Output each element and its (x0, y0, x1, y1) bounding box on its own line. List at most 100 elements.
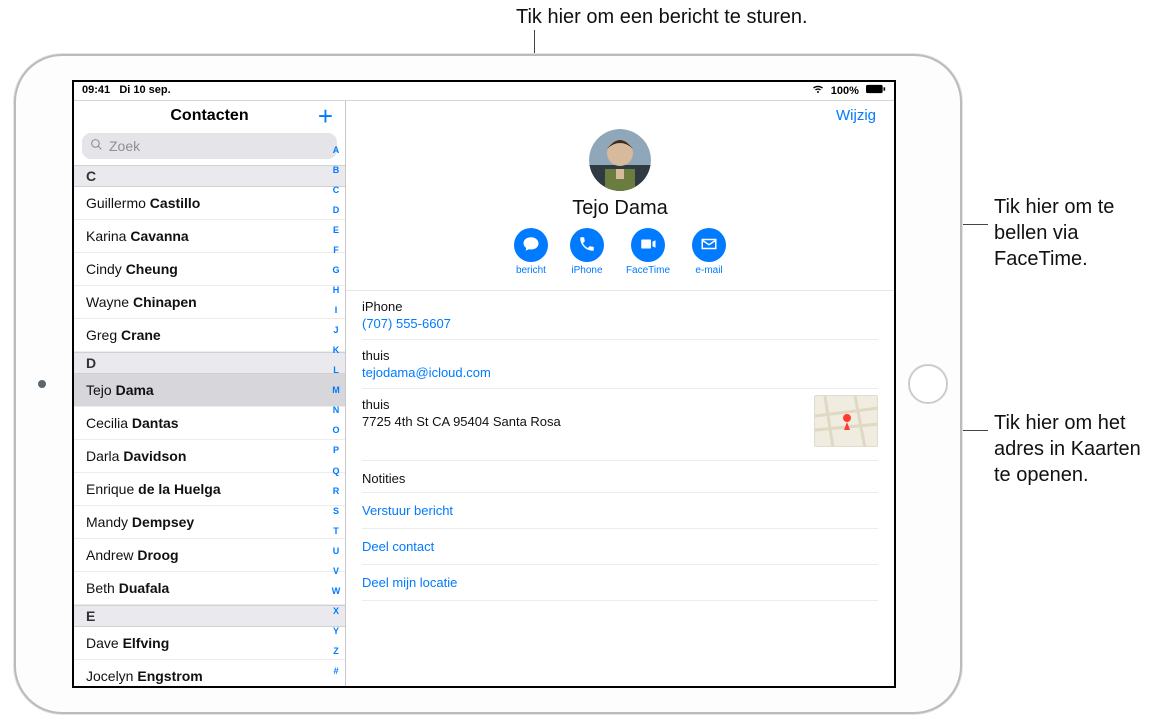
index-letter[interactable]: G (329, 265, 343, 275)
index-letter[interactable]: K (329, 345, 343, 355)
contact-row[interactable]: Dave Elfving (74, 627, 345, 660)
search-placeholder: Zoek (109, 138, 140, 154)
index-letter[interactable]: T (329, 526, 343, 536)
phone-button[interactable]: iPhone (570, 228, 604, 276)
contact-row[interactable]: Wayne Chinapen (74, 286, 345, 319)
index-letter[interactable]: Y (329, 626, 343, 636)
contact-fields: iPhone (707) 555-6607 thuis tejodama@icl… (346, 290, 894, 686)
share-contact-link[interactable]: Deel contact (362, 529, 878, 565)
sidebar-title: Contacten (170, 107, 248, 124)
field-label: thuis (362, 397, 878, 412)
field-label: iPhone (362, 299, 878, 314)
index-letter[interactable]: P (329, 445, 343, 455)
avatar[interactable] (589, 129, 651, 191)
index-letter[interactable]: H (329, 285, 343, 295)
contact-row[interactable]: Greg Crane (74, 319, 345, 352)
action-label: FaceTime (626, 265, 670, 276)
index-letter[interactable]: W (329, 586, 343, 596)
status-time: 09:41 (82, 84, 110, 96)
phone-icon (578, 235, 596, 256)
index-letter[interactable]: O (329, 425, 343, 435)
index-letter[interactable]: S (329, 506, 343, 516)
section-header: C (74, 165, 345, 187)
screen: 09:41 Di 10 sep. 100% Contacten + (72, 80, 896, 688)
status-bar: 09:41 Di 10 sep. 100% (74, 82, 894, 100)
share-location-link[interactable]: Deel mijn locatie (362, 565, 878, 601)
contact-list[interactable]: CGuillermo CastilloKarina CavannaCindy C… (74, 165, 345, 686)
address-value: 7725 4th St CA 95404 Santa Rosa (362, 414, 878, 429)
message-button[interactable]: bericht (514, 228, 548, 276)
battery-percent: 100% (831, 85, 859, 97)
index-letter[interactable]: E (329, 225, 343, 235)
action-row: bericht iPhone FaceTime e-mail (346, 228, 894, 276)
index-letter[interactable]: F (329, 245, 343, 255)
add-contact-button[interactable]: + (318, 103, 333, 129)
index-letter[interactable]: B (329, 165, 343, 175)
wifi-icon (812, 85, 827, 97)
index-letter[interactable]: I (329, 305, 343, 315)
index-letter[interactable]: Z (329, 646, 343, 656)
alphabet-index[interactable]: ABCDEFGHIJKLMNOP QRSTUVWXYZ # (329, 141, 343, 680)
action-label: bericht (516, 265, 546, 276)
ipad-frame: 09:41 Di 10 sep. 100% Contacten + (14, 54, 962, 714)
contact-row[interactable]: Darla Davidson (74, 440, 345, 473)
phone-field[interactable]: iPhone (707) 555-6607 (362, 291, 878, 340)
index-letter[interactable]: J (329, 325, 343, 335)
contact-row[interactable]: Andrew Droog (74, 539, 345, 572)
email-button[interactable]: e-mail (692, 228, 726, 276)
contact-row[interactable]: Cecilia Dantas (74, 407, 345, 440)
split-view: Contacten + Zoek CGuillermo CastilloKari… (74, 100, 894, 686)
index-letter[interactable]: Q (329, 466, 343, 476)
index-letter[interactable]: D (329, 205, 343, 215)
phone-value: (707) 555-6607 (362, 316, 878, 331)
front-camera (38, 380, 46, 388)
contact-row[interactable]: Beth Duafala (74, 572, 345, 605)
section-header: D (74, 352, 345, 374)
section-header: E (74, 605, 345, 627)
map-thumbnail[interactable] (814, 395, 878, 447)
index-letter[interactable]: C (329, 185, 343, 195)
callout-message: Tik hier om een bericht te sturen. (516, 4, 808, 30)
sidebar-header: Contacten + (74, 101, 345, 129)
search-icon (90, 138, 103, 154)
contact-row[interactable]: Enrique de la Huelga (74, 473, 345, 506)
action-label: e-mail (695, 265, 722, 276)
callout-maps: Tik hier om het adres in Kaarten te open… (994, 410, 1144, 488)
index-letter[interactable]: R (329, 486, 343, 496)
field-label: thuis (362, 348, 878, 363)
address-field[interactable]: thuis 7725 4th St CA 95404 Santa Rosa (362, 389, 878, 461)
index-letter[interactable]: X (329, 606, 343, 616)
contact-name: Tejo Dama (346, 197, 894, 220)
battery-icon (866, 85, 886, 97)
email-field[interactable]: thuis tejodama@icloud.com (362, 340, 878, 389)
index-letter[interactable]: M (329, 385, 343, 395)
index-letter[interactable]: A (329, 145, 343, 155)
send-message-link[interactable]: Verstuur bericht (362, 493, 878, 529)
contact-row[interactable]: Cindy Cheung (74, 253, 345, 286)
video-icon (639, 235, 657, 256)
callout-facetime: Tik hier om te bellen via FaceTime. (994, 194, 1144, 272)
mail-icon (700, 235, 718, 256)
contacts-sidebar: Contacten + Zoek CGuillermo CastilloKari… (74, 101, 346, 686)
contact-row[interactable]: Mandy Dempsey (74, 506, 345, 539)
action-label: iPhone (571, 265, 602, 276)
notes-field[interactable]: Notities (362, 461, 878, 493)
index-letter[interactable]: N (329, 405, 343, 415)
index-letter[interactable]: # (329, 666, 343, 676)
contact-detail: Wijzig (346, 101, 894, 686)
email-value: tejodama@icloud.com (362, 365, 878, 380)
facetime-button[interactable]: FaceTime (626, 228, 670, 276)
search-input[interactable]: Zoek (82, 133, 337, 159)
status-date: Di 10 sep. (119, 84, 170, 96)
index-letter[interactable]: U (329, 546, 343, 556)
message-icon (522, 235, 540, 256)
contact-row[interactable]: Karina Cavanna (74, 220, 345, 253)
contact-row[interactable]: Tejo Dama (74, 374, 345, 407)
index-letter[interactable]: V (329, 566, 343, 576)
home-button[interactable] (908, 364, 948, 404)
contact-row[interactable]: Jocelyn Engstrom (74, 660, 345, 686)
edit-button[interactable]: Wijzig (836, 107, 876, 124)
contact-row[interactable]: Guillermo Castillo (74, 187, 345, 220)
index-letter[interactable]: L (329, 365, 343, 375)
contact-hero: Tejo Dama bericht iPhone FaceTime (346, 101, 894, 290)
